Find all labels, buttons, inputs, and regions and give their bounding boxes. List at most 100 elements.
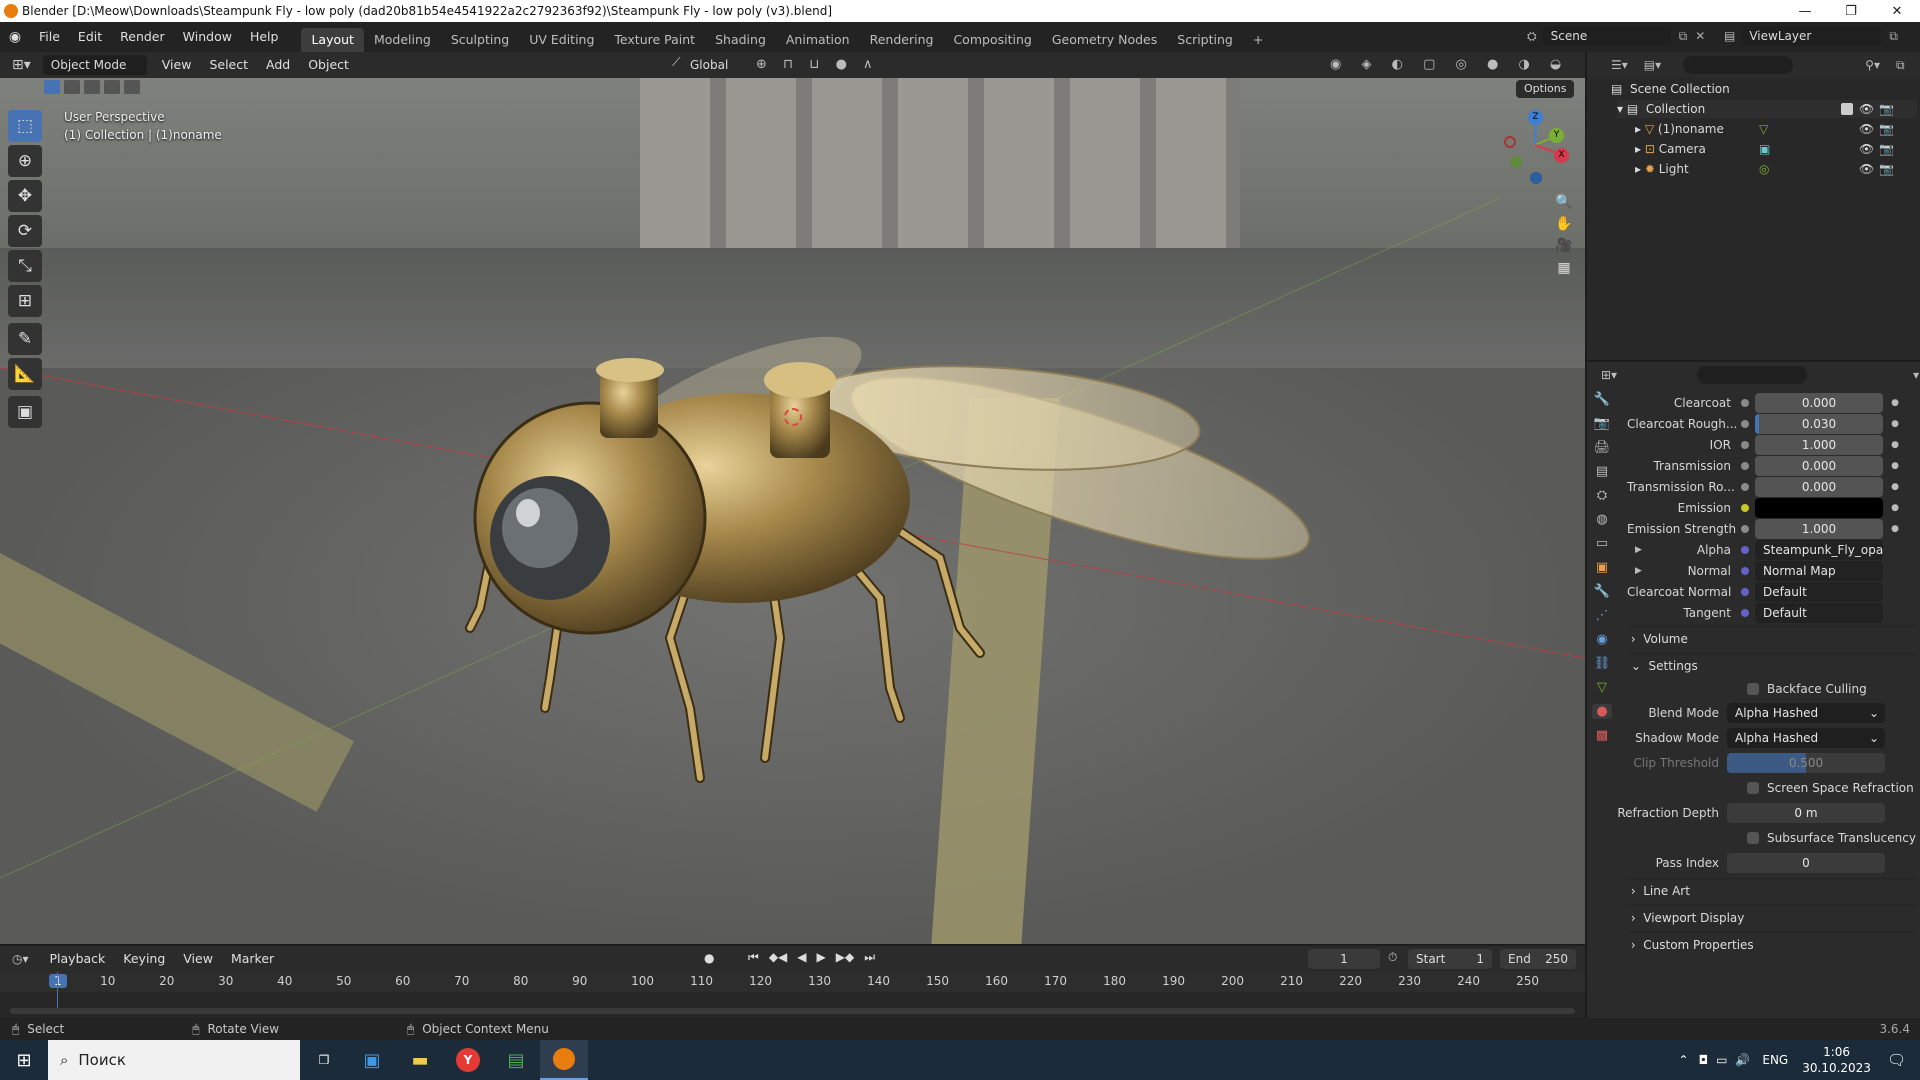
render-camera-icon[interactable]: 📷 xyxy=(1879,100,1894,118)
timeline-menu-view[interactable]: View xyxy=(174,948,222,970)
socket-icon[interactable] xyxy=(1741,483,1749,491)
outliner-row-light[interactable]: ▸ ✹ Light ◎ 👁 📷 xyxy=(1635,160,1917,178)
refraction-depth-field[interactable]: 0 m xyxy=(1727,803,1885,823)
new-collection-icon[interactable]: ⧉ xyxy=(1896,58,1905,73)
menu-render[interactable]: Render xyxy=(111,26,174,48)
socket-icon[interactable] xyxy=(1741,609,1749,617)
tab-modeling[interactable]: Modeling xyxy=(364,28,441,52)
editor-type-icon[interactable]: ⊞▾ xyxy=(12,57,31,73)
cursor-tool-icon[interactable]: ⊕ xyxy=(8,145,42,177)
filter-icon[interactable]: ⚲▾ xyxy=(1865,58,1880,72)
normal-link-field[interactable]: Normal Map xyxy=(1755,561,1883,581)
camera-view-icon[interactable]: 🎥 xyxy=(1555,238,1572,254)
end-frame-field[interactable]: End 250 xyxy=(1500,949,1576,969)
keyframe-icon[interactable]: ● xyxy=(1891,398,1899,408)
transform-tool-icon[interactable]: ⊞ xyxy=(8,285,42,317)
play-reverse-icon[interactable]: ◀ xyxy=(797,950,806,965)
expand-arrow-icon[interactable]: ▶ xyxy=(1635,566,1642,576)
screen-space-refraction-checkbox[interactable]: Screen Space Refraction xyxy=(1747,777,1914,799)
checkbox-box[interactable] xyxy=(1747,782,1759,794)
gizmo-neg-x[interactable] xyxy=(1504,136,1516,148)
clearcoat-normal-field[interactable]: Default xyxy=(1755,582,1883,602)
outliner-row-collection[interactable]: ▾ ▤ Collection 👁 📷 xyxy=(1617,100,1917,118)
tab-texture-paint[interactable]: Texture Paint xyxy=(604,28,705,52)
menu-edit[interactable]: Edit xyxy=(69,26,111,48)
menu-file[interactable]: File xyxy=(30,26,69,48)
tangent-field[interactable]: Default xyxy=(1755,603,1883,623)
language-indicator[interactable]: ENG xyxy=(1762,1053,1788,1067)
checkbox-box[interactable] xyxy=(1747,832,1759,844)
move-tool-icon[interactable]: ✥ xyxy=(8,180,42,212)
world-tab-icon[interactable]: ◍ xyxy=(1596,512,1607,527)
panel-settings[interactable]: ⌄ Settings xyxy=(1627,653,1915,677)
menu-help[interactable]: Help xyxy=(241,26,288,48)
keyframe-icon[interactable]: ● xyxy=(1891,524,1899,534)
tab-geometry-nodes[interactable]: Geometry Nodes xyxy=(1042,28,1167,52)
panel-volume[interactable]: › Volume xyxy=(1627,626,1915,650)
timeline-editor-icon[interactable]: ◷▾ xyxy=(12,952,29,966)
next-keyframe-icon[interactable]: ▶◆ xyxy=(836,950,854,965)
output-tab-icon[interactable]: 🖨 xyxy=(1594,440,1611,455)
new-view-layer-icon[interactable]: ⧉ xyxy=(1889,29,1898,44)
render-tab-icon[interactable]: 📷 xyxy=(1594,416,1610,431)
pass-index-field[interactable]: 0 xyxy=(1727,853,1885,873)
timeline-menu-keying[interactable]: Keying xyxy=(114,948,174,970)
physics-tab-icon[interactable]: ◉ xyxy=(1596,632,1607,647)
visibility-eye-icon[interactable]: 👁 xyxy=(1859,140,1874,158)
play-icon[interactable]: ▶ xyxy=(817,950,826,965)
subsurface-translucency-checkbox[interactable]: Subsurface Translucency xyxy=(1747,827,1916,849)
timeline-area[interactable]: 1102030405060708090100110120130140150160… xyxy=(0,972,1585,1018)
select-intersect-icon[interactable] xyxy=(124,80,140,94)
viewport-menu-object[interactable]: Object xyxy=(299,54,358,76)
shadow-mode-dropdown[interactable]: Alpha Hashed ⌄ xyxy=(1727,728,1885,748)
viewport-overlay-controls[interactable]: ◉ ◈ ◐ ▢ ◎ ● ◑ ◒ xyxy=(1330,55,1569,75)
visibility-eye-icon[interactable]: 👁 xyxy=(1859,160,1874,178)
tray-icon-1[interactable]: ◘ xyxy=(1699,1053,1709,1067)
jump-end-icon[interactable]: ⏭ xyxy=(864,950,875,965)
alpha-link-field[interactable]: Steampunk_Fly_opacit... xyxy=(1755,540,1883,560)
gizmo-neg-z[interactable] xyxy=(1530,172,1542,184)
current-frame-field[interactable]: 1 xyxy=(1308,949,1380,969)
properties-options-icon[interactable]: ▾ xyxy=(1913,368,1919,382)
scene-tab-icon[interactable]: ⛭ xyxy=(1597,488,1607,503)
tray-chevron-icon[interactable]: ⌃ xyxy=(1679,1053,1689,1067)
socket-icon[interactable] xyxy=(1741,525,1749,533)
3d-viewport[interactable]: Options ⬚ ⊕ ✥ ⟳ ⤡ ⊞ ✎ 📐 ▣ User Perspecti… xyxy=(0,78,1585,944)
playhead-line[interactable] xyxy=(57,972,58,1012)
tab-scripting[interactable]: Scripting xyxy=(1167,28,1243,52)
properties-search-input[interactable] xyxy=(1697,366,1808,384)
transmission-field[interactable]: 0.000 xyxy=(1755,456,1883,476)
close-button[interactable]: ✕ xyxy=(1874,0,1920,22)
tab-compositing[interactable]: Compositing xyxy=(943,28,1041,52)
texture-tab-icon[interactable]: ▩ xyxy=(1596,728,1608,743)
keyframe-icon[interactable]: ● xyxy=(1891,482,1899,492)
pan-hand-icon[interactable]: ✋ xyxy=(1555,216,1572,232)
menu-window[interactable]: Window xyxy=(174,26,241,48)
select-subtract-icon[interactable] xyxy=(84,80,100,94)
gizmo-y-axis[interactable]: Y xyxy=(1549,128,1564,143)
mode-selector[interactable]: Object Mode xyxy=(42,55,147,75)
taskbar-search-box[interactable]: ⌕ Поиск xyxy=(48,1040,300,1080)
tab-animation[interactable]: Animation xyxy=(776,28,860,52)
outliner-search-input[interactable] xyxy=(1683,56,1794,74)
viewport-menu-add[interactable]: Add xyxy=(257,54,299,76)
clip-threshold-field[interactable]: 0.500 xyxy=(1727,753,1885,773)
keyframe-icon[interactable]: ● xyxy=(1891,461,1899,471)
socket-icon[interactable] xyxy=(1741,504,1749,512)
options-dropdown[interactable]: Options xyxy=(1516,80,1575,98)
start-frame-field[interactable]: Start 1 xyxy=(1408,949,1492,969)
collection-tab-icon[interactable]: ▭ xyxy=(1596,536,1608,551)
render-camera-icon[interactable]: 📷 xyxy=(1879,160,1894,178)
blend-mode-dropdown[interactable]: Alpha Hashed ⌄ xyxy=(1727,703,1885,723)
select-invert-icon[interactable] xyxy=(104,80,120,94)
select-box-tool-icon[interactable]: ⬚ xyxy=(8,110,42,142)
socket-icon[interactable] xyxy=(1741,441,1749,449)
volume-icon[interactable]: 🔊 xyxy=(1735,1053,1750,1067)
blender-menu-icon[interactable]: ◉ xyxy=(0,29,30,45)
maximize-button[interactable]: ❐ xyxy=(1828,0,1874,22)
add-cube-tool-icon[interactable]: ▣ xyxy=(8,396,42,428)
gizmo-neg-y[interactable] xyxy=(1510,156,1522,168)
view-layer-selector[interactable]: ViewLayer xyxy=(1741,26,1882,46)
store-icon[interactable]: ▣ xyxy=(348,1040,396,1080)
task-view-icon[interactable]: ❐ xyxy=(300,1040,348,1080)
